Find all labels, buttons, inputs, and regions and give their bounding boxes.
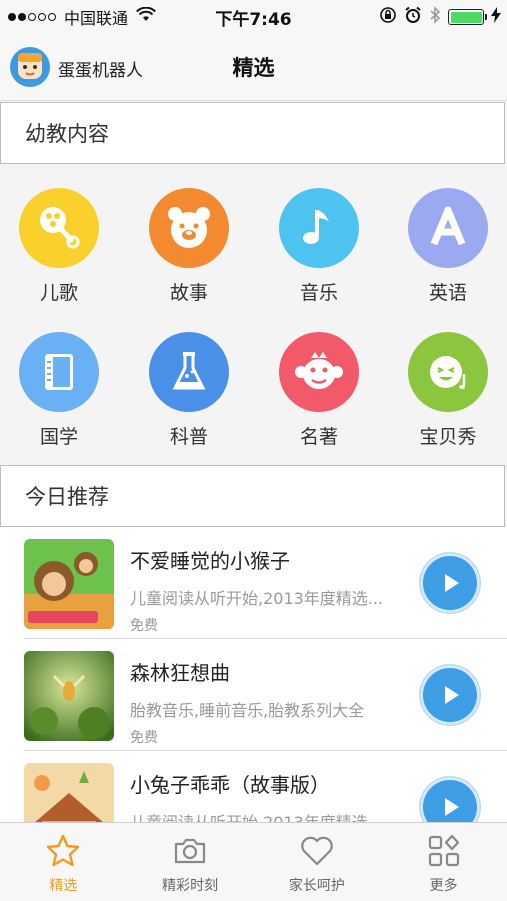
bluetooth-icon [429,5,441,29]
app-name: 蛋蛋机器人 [58,61,143,81]
play-button[interactable] [420,665,480,725]
item-title: 森林狂想曲 [130,661,230,685]
tab-label: 更多 [429,878,458,894]
tab-label: 家长呵护 [288,878,345,894]
item-title: 不爱睡觉的小猴子 [130,549,290,573]
tab-parent-care[interactable]: 家长呵护 [254,823,381,901]
monkey-icon [279,332,359,412]
rattle-icon [19,188,99,268]
charging-icon [491,6,501,28]
section-title: 今日推荐 [25,485,109,509]
list-item[interactable]: 森林狂想曲 胎教音乐,睡前音乐,胎教系列大全 免费 [0,639,507,750]
category-songs[interactable]: 儿歌 [9,188,109,305]
category-music[interactable]: 音乐 [269,188,369,305]
category-label: 儿歌 [39,282,78,304]
item-price: 免费 [130,730,158,746]
section-kids-content: 幼教内容 [0,102,505,164]
flask-icon [149,332,229,412]
category-baby-show[interactable]: 宝贝秀 [398,332,498,449]
cover-thumbnail [24,539,114,629]
grid-icon [428,834,459,867]
item-description: 儿童阅读从听开始,2013年度精选... [130,589,384,608]
play-icon [445,686,459,704]
heart-icon [301,836,333,866]
cellular-signal-icon [8,13,58,21]
music-note-icon [279,188,359,268]
list-item[interactable]: 不爱睡觉的小猴子 儿童阅读从听开始,2013年度精选... 免费 [0,527,507,638]
wifi-icon [136,6,156,27]
category-label: 音乐 [299,282,338,304]
item-title: 小兔子乖乖（故事版） [130,773,330,797]
nav-header: 蛋蛋机器人 精选 [0,34,507,101]
category-label: 宝贝秀 [419,426,477,448]
play-button[interactable] [420,553,480,613]
item-price: 免费 [130,618,158,634]
list-item[interactable]: 小兔子乖乖（故事版） 儿童阅读从听开始,2013年度精选... [0,751,507,823]
tab-label: 精选 [49,878,78,894]
robot-avatar[interactable] [10,47,50,87]
category-label: 故事 [169,282,208,304]
recommend-list: 不爱睡觉的小猴子 儿童阅读从听开始,2013年度精选... 免费 森林狂想曲 胎… [0,527,507,823]
category-label: 英语 [428,282,467,304]
letter-a-icon [408,188,488,268]
bear-icon [149,188,229,268]
tab-label: 精彩时刻 [162,878,219,894]
orientation-lock-icon [379,6,397,29]
item-description: 儿童阅读从听开始,2013年度精选... [130,813,384,823]
tab-more[interactable]: 更多 [380,823,507,901]
tab-bar: 精选 精彩时刻 家长呵护 更多 [0,822,507,901]
category-label: 科普 [169,426,208,448]
category-english[interactable]: 英语 [398,188,498,305]
tab-featured[interactable]: 精选 [0,823,127,901]
book-icon [19,332,99,412]
carrier-name: 中国联通 [64,9,129,28]
category-classics-study[interactable]: 国学 [9,332,109,449]
alarm-icon [404,6,422,29]
star-icon [47,834,80,867]
status-bar: 中国联通 下午7:46 [0,0,507,34]
item-description: 胎教音乐,睡前音乐,胎教系列大全 [130,701,365,720]
category-famous-works[interactable]: 名著 [269,332,369,449]
play-icon [445,798,459,816]
play-icon [445,574,459,592]
play-button[interactable] [420,777,480,823]
camera-icon [175,838,206,864]
battery-icon [448,9,487,25]
category-science[interactable]: 科普 [139,332,239,449]
category-stories[interactable]: 故事 [139,188,239,305]
cover-thumbnail [24,763,114,823]
tab-moments[interactable]: 精彩时刻 [127,823,254,901]
cover-thumbnail [24,651,114,741]
category-grid: 儿歌 故事 音乐 英语 国学 科普 名著 宝贝秀 [0,165,507,463]
section-today-recommend: 今日推荐 [0,465,505,527]
category-label: 名著 [299,426,338,448]
section-title: 幼教内容 [25,122,109,146]
category-label: 国学 [39,426,78,448]
smiley-icon [408,332,488,412]
